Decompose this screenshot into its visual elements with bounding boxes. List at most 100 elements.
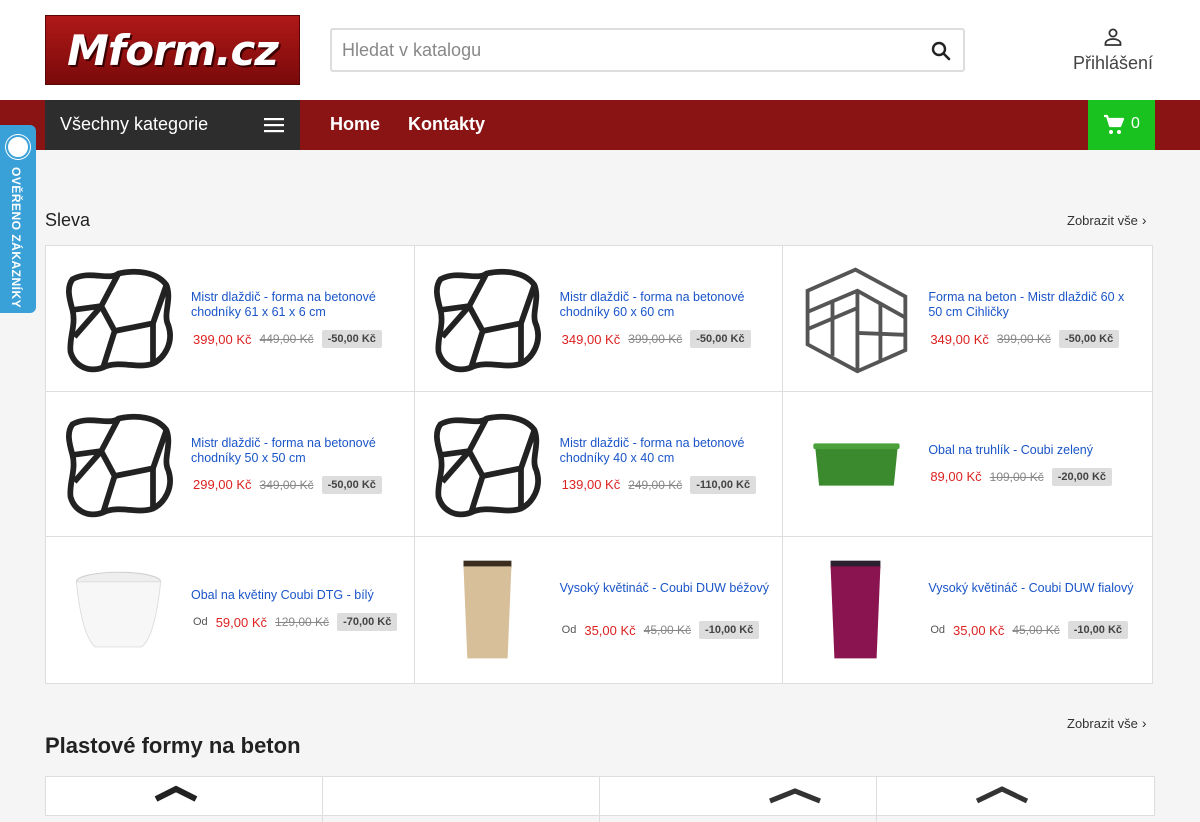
product-image	[769, 788, 821, 804]
cart-button[interactable]: 0	[1088, 100, 1155, 150]
main-nav: Všechny kategorie Home Kontakty 0	[0, 100, 1200, 150]
cart-icon	[1104, 114, 1125, 134]
logo-text: Mform.cz	[67, 25, 279, 75]
header: Mform.cz Přihlášení	[0, 0, 1200, 100]
product-card[interactable]: Vysoký květináč - Coubi DUW béžový Od 35,0…	[414, 537, 784, 683]
search-icon[interactable]	[929, 39, 953, 63]
product-card[interactable]: Mistr dlaždič - forma na betonové chodní…	[46, 391, 415, 538]
discount-badge: -20,00 Kč	[1051, 467, 1113, 486]
discount-badge: -110,00 Kč	[690, 475, 757, 494]
product-card[interactable]: Mistr dlaždič - forma na betonové chodní…	[46, 246, 415, 392]
product-old-price: 45,00 Kč	[643, 623, 692, 638]
section-title-sale: Sleva	[45, 210, 91, 230]
product-price: 399,00 Kč	[193, 331, 252, 347]
search-box	[330, 28, 965, 72]
discount-badge: -10,00 Kč	[1067, 621, 1129, 640]
menu-icon	[264, 118, 284, 133]
price-row: 399,00 Kč 449,00 Kč -50,00 Kč	[193, 330, 382, 348]
product-name-link[interactable]: Obal na truhlík - Coubi zelený	[928, 443, 1138, 458]
price-prefix: Od	[561, 624, 577, 637]
product-old-price: 349,00 Kč	[259, 477, 314, 492]
product-image[interactable]	[795, 550, 915, 670]
product-old-price: 249,00 Kč	[628, 477, 683, 492]
product-name-link[interactable]: Mistr dlaždič - forma na betonové chodní…	[191, 436, 401, 466]
price-row: Od 35,00 Kč 45,00 Kč -10,00 Kč	[561, 621, 760, 640]
price-row: Od 35,00 Kč 45,00 Kč -10,00 Kč	[930, 621, 1129, 640]
discount-badge: -50,00 Kč	[321, 330, 382, 348]
product-price: 349,00 Kč	[930, 331, 989, 347]
product-name-link[interactable]: Mistr dlaždič - forma na betonové chodní…	[560, 290, 770, 320]
product-name-link[interactable]: Obal na květiny Coubi DTG - bílý	[191, 588, 401, 603]
product-image[interactable]	[427, 550, 547, 670]
discount-badge: -50,00 Kč	[321, 475, 382, 494]
chevron-right-icon: ›	[1141, 715, 1147, 731]
product-image[interactable]	[427, 259, 547, 379]
login-label: Přihlášení	[1072, 53, 1154, 73]
product-name-link[interactable]: Vysoký květináč - Coubi DUW béžový	[560, 581, 770, 596]
product-name-link[interactable]: Mistr dlaždič - forma na betonové chodní…	[560, 436, 770, 466]
product-image[interactable]	[427, 405, 547, 525]
nav-link-kontakty[interactable]: Kontakty	[408, 114, 485, 135]
product-old-price: 399,00 Kč	[996, 332, 1051, 346]
product-image	[154, 785, 198, 802]
product-price: 35,00 Kč	[584, 622, 636, 638]
product-image	[975, 786, 1029, 804]
all-categories-button[interactable]: Všechny kategorie	[45, 100, 300, 150]
product-card[interactable]: Obal na truhlík - Coubi zelený 89,00 Kč 10…	[783, 391, 1152, 538]
forms-products-grid	[45, 776, 1155, 822]
nav-link-home[interactable]: Home	[330, 114, 380, 135]
show-all-label: Zobrazit vše	[1067, 212, 1138, 228]
product-name-link[interactable]: Mistr dlaždič - forma na betonové chodní…	[191, 290, 401, 320]
product-card[interactable]: Mistr dlaždič - forma na betonové chodní…	[414, 391, 784, 538]
price-prefix: Od	[193, 616, 208, 629]
product-image[interactable]	[795, 405, 915, 525]
product-card[interactable]: Obal na květiny Coubi DTG - bílý Od 59,00 …	[46, 537, 415, 683]
product-old-price: 45,00 Kč	[1012, 623, 1060, 638]
product-price: 35,00 Kč	[953, 622, 1005, 638]
login-button[interactable]: Přihlášení	[1060, 25, 1166, 80]
section-title-forms: Plastové formy na beton	[45, 733, 301, 758]
show-all-forms-link[interactable]: Zobrazit vše ›	[1067, 715, 1146, 731]
product-old-price: 129,00 Kč	[275, 615, 330, 630]
discount-badge: -50,00 Kč	[690, 330, 751, 348]
product-price: 349,00 Kč	[561, 331, 621, 347]
discount-badge: -70,00 Kč	[337, 613, 398, 632]
product-old-price: 109,00 Kč	[989, 469, 1044, 484]
product-price: 299,00 Kč	[193, 477, 252, 493]
seal-icon	[6, 135, 30, 159]
show-all-sale-link[interactable]: Zobrazit vše ›	[1067, 212, 1146, 228]
product-image[interactable]	[795, 259, 915, 379]
product-price: 139,00 Kč	[561, 477, 621, 493]
product-name-link[interactable]: Forma na beton - Mistr dlaždič 60 x 50 c…	[928, 290, 1138, 320]
product-price: 59,00 Kč	[215, 614, 268, 630]
all-categories-label: Všechny kategorie	[60, 114, 209, 134]
price-row: 139,00 Kč 249,00 Kč -110,00 Kč	[561, 475, 757, 494]
discount-badge: -10,00 Kč	[699, 621, 760, 640]
price-prefix: Od	[930, 624, 946, 637]
price-row: 349,00 Kč 399,00 Kč -50,00 Kč	[930, 330, 1120, 348]
product-card[interactable]: Forma na beton - Mistr dlaždič 60 x 50 c…	[783, 246, 1152, 392]
price-row: 299,00 Kč 349,00 Kč -50,00 Kč	[193, 475, 382, 494]
product-card[interactable]: Mistr dlaždič - forma na betonové chodní…	[414, 246, 784, 392]
verified-customers-badge[interactable]: OVĚŘENO ZÁKAZNÍKY	[0, 125, 36, 313]
price-row: Od 59,00 Kč 129,00 Kč -70,00 Kč	[193, 613, 398, 632]
badge-text: OVĚŘENO ZÁKAZNÍKY	[9, 167, 23, 309]
sale-products-grid: Mistr dlaždič - forma na betonové chodní…	[45, 245, 1153, 684]
show-all-label: Zobrazit vše	[1067, 715, 1138, 731]
product-name-link[interactable]: Vysoký květináč - Coubi DUW fialový	[928, 581, 1138, 596]
price-row: 349,00 Kč 399,00 Kč -50,00 Kč	[562, 330, 751, 348]
product-price: 89,00 Kč	[930, 469, 982, 485]
chevron-right-icon: ›	[1141, 212, 1147, 228]
product-image[interactable]	[58, 259, 178, 379]
product-image[interactable]	[58, 405, 178, 525]
product-old-price: 399,00 Kč	[628, 332, 683, 346]
product-image[interactable]	[58, 550, 178, 670]
logo[interactable]: Mform.cz	[45, 15, 300, 85]
product-old-price: 449,00 Kč	[259, 332, 314, 346]
cart-count: 0	[1131, 115, 1140, 132]
price-row: 89,00 Kč 109,00 Kč -20,00 Kč	[930, 467, 1113, 486]
user-icon	[1104, 28, 1122, 46]
discount-badge: -50,00 Kč	[1058, 330, 1120, 348]
search-input[interactable]	[342, 30, 912, 70]
product-card[interactable]: Vysoký květináč - Coubi DUW fialový Od 35,…	[783, 537, 1152, 683]
